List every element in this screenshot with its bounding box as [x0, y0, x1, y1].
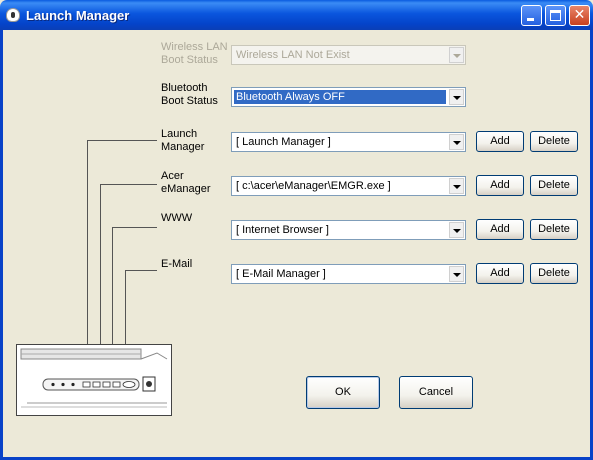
email-label-line1: E-Mail: [161, 258, 193, 270]
launch-manager-label-line2: Manager: [161, 141, 205, 153]
chevron-down-icon[interactable]: [449, 266, 464, 282]
acer-emanager-label-line1: Acer: [161, 170, 184, 182]
acer-emanager-label-line2: eManager: [161, 183, 211, 195]
leader-line-acer-emanager: [100, 184, 157, 185]
laptop-launch-keys-illustration: [17, 345, 171, 415]
www-delete-button[interactable]: Delete: [530, 219, 578, 240]
wireless-lan-label-line2: Boot Status: [161, 54, 218, 66]
email-select[interactable]: [ E-Mail Manager ]: [231, 264, 466, 284]
chevron-down-icon[interactable]: [449, 89, 464, 105]
wireless-lan-value: Wireless LAN Not Exist: [236, 49, 350, 61]
launch-manager-select[interactable]: [ Launch Manager ]: [231, 132, 466, 152]
wireless-lan-label: Wireless LAN Boot Status: [161, 41, 228, 67]
maximize-button[interactable]: [545, 5, 566, 26]
acer-emanager-add-button[interactable]: Add: [476, 175, 524, 196]
title-bar[interactable]: Launch Manager ✕: [0, 0, 593, 30]
chevron-down-icon[interactable]: [449, 178, 464, 194]
laptop-illustration: [16, 344, 172, 416]
launch-manager-label: Launch Manager: [161, 128, 204, 154]
chevron-down-icon: [449, 47, 464, 63]
acer-emanager-label: Acer eManager: [161, 170, 211, 196]
www-label: WWW: [161, 212, 192, 225]
bluetooth-label: Bluetooth Boot Status: [161, 82, 218, 108]
email-value: [ E-Mail Manager ]: [236, 268, 326, 280]
www-select[interactable]: [ Internet Browser ]: [231, 220, 466, 240]
www-add-button[interactable]: Add: [476, 219, 524, 240]
ok-button[interactable]: OK: [306, 376, 380, 409]
minimize-button[interactable]: [521, 5, 542, 26]
bluetooth-label-line2: Boot Status: [161, 95, 218, 107]
leader-line-www: [112, 227, 157, 228]
launch-manager-delete-button[interactable]: Delete: [530, 131, 578, 152]
acer-emanager-value: [ c:\acer\eManager\EMGR.exe ]: [236, 180, 391, 192]
launch-manager-value: [ Launch Manager ]: [236, 136, 331, 148]
chevron-down-icon[interactable]: [449, 134, 464, 150]
leader-line-email: [125, 270, 157, 271]
launch-manager-label-line1: Launch: [161, 128, 198, 140]
www-value: [ Internet Browser ]: [236, 224, 329, 236]
bluetooth-label-line1: Bluetooth: [161, 82, 208, 94]
chevron-down-icon[interactable]: [449, 222, 464, 238]
app-icon[interactable]: [6, 8, 20, 22]
bluetooth-boot-status-select[interactable]: Bluetooth Always OFF: [231, 87, 466, 107]
acer-emanager-select[interactable]: [ c:\acer\eManager\EMGR.exe ]: [231, 176, 466, 196]
email-add-button[interactable]: Add: [476, 263, 524, 284]
www-label-line1: WWW: [161, 212, 193, 224]
acer-emanager-delete-button[interactable]: Delete: [530, 175, 578, 196]
close-icon: ✕: [573, 7, 586, 23]
window-title: Launch Manager: [26, 8, 130, 23]
cancel-button[interactable]: Cancel: [399, 376, 473, 409]
email-label: E-Mail: [161, 258, 192, 271]
wireless-lan-boot-status-select: Wireless LAN Not Exist: [231, 45, 466, 65]
leader-line-launch-manager: [87, 140, 157, 141]
close-button[interactable]: ✕: [569, 5, 590, 26]
email-delete-button[interactable]: Delete: [530, 263, 578, 284]
launch-manager-add-button[interactable]: Add: [476, 131, 524, 152]
bluetooth-value: Bluetooth Always OFF: [234, 90, 446, 104]
window-frame-left: [0, 30, 3, 460]
wireless-lan-label-line1: Wireless LAN: [161, 41, 228, 53]
